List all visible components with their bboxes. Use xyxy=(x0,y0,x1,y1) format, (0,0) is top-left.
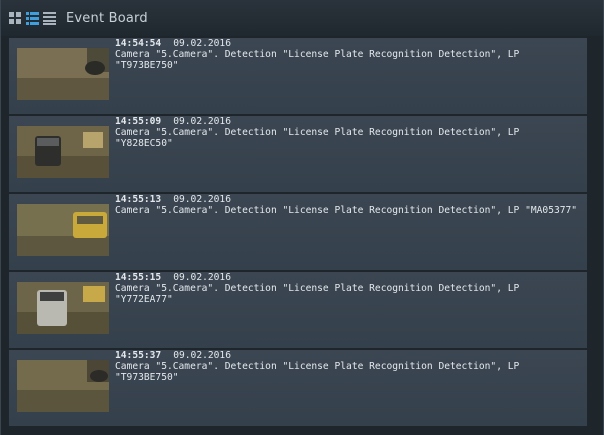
event-text: 14:55:13 09.02.2016 Camera "5.Camera". De… xyxy=(115,194,581,216)
event-thumbnail[interactable] xyxy=(17,204,109,256)
list-view-icon[interactable] xyxy=(26,11,39,25)
event-description: Camera "5.Camera". Detection "License Pl… xyxy=(115,49,520,71)
title-bar: Event Board xyxy=(1,0,603,36)
event-thumbnail[interactable] xyxy=(17,282,109,334)
event-text: 14:55:15 09.02.2016 Camera "5.Camera". De… xyxy=(115,272,581,305)
event-date: 09.02.2016 xyxy=(173,116,231,127)
event-description: Camera "5.Camera". Detection "License Pl… xyxy=(115,361,520,383)
grid-view-icon[interactable] xyxy=(9,11,22,25)
event-thumbnail[interactable] xyxy=(17,48,109,100)
event-time: 14:55:09 xyxy=(115,116,162,127)
event-text: 14:55:37 09.02.2016 Camera "5.Camera". De… xyxy=(115,350,581,383)
event-time: 14:55:15 xyxy=(115,272,162,283)
event-description: Camera "5.Camera". Detection "License Pl… xyxy=(115,205,578,216)
event-time: 14:55:37 xyxy=(115,350,162,361)
event-thumbnail[interactable] xyxy=(17,126,109,178)
event-time: 14:55:13 xyxy=(115,194,162,205)
event-item[interactable]: 14:55:37 09.02.2016 Camera "5.Camera". De… xyxy=(9,350,587,426)
event-time: 14:54:54 xyxy=(115,38,162,49)
event-date: 09.02.2016 xyxy=(173,272,231,283)
event-item[interactable]: 14:54:54 09.02.2016 Camera "5.Camera". De… xyxy=(9,38,587,114)
event-text: 14:54:54 09.02.2016 Camera "5.Camera". De… xyxy=(115,38,581,71)
event-board-window: Event Board 14:54:54 09.02.2016 Camera "5… xyxy=(0,0,604,435)
event-item[interactable]: 14:55:09 09.02.2016 Camera "5.Camera". De… xyxy=(9,116,587,192)
event-date: 09.02.2016 xyxy=(173,194,231,205)
event-item[interactable]: 14:55:15 09.02.2016 Camera "5.Camera". De… xyxy=(9,272,587,348)
event-text: 14:55:09 09.02.2016 Camera "5.Camera". De… xyxy=(115,116,581,149)
event-description: Camera "5.Camera". Detection "License Pl… xyxy=(115,127,520,149)
event-item[interactable]: 14:55:13 09.02.2016 Camera "5.Camera". De… xyxy=(9,194,587,270)
event-description: Camera "5.Camera". Detection "License Pl… xyxy=(115,283,520,305)
event-date: 09.02.2016 xyxy=(173,350,231,361)
window-title: Event Board xyxy=(66,10,148,26)
text-view-icon[interactable] xyxy=(43,11,56,25)
event-date: 09.02.2016 xyxy=(173,38,231,49)
event-list[interactable]: 14:54:54 09.02.2016 Camera "5.Camera". De… xyxy=(9,36,587,428)
event-thumbnail[interactable] xyxy=(17,360,109,412)
